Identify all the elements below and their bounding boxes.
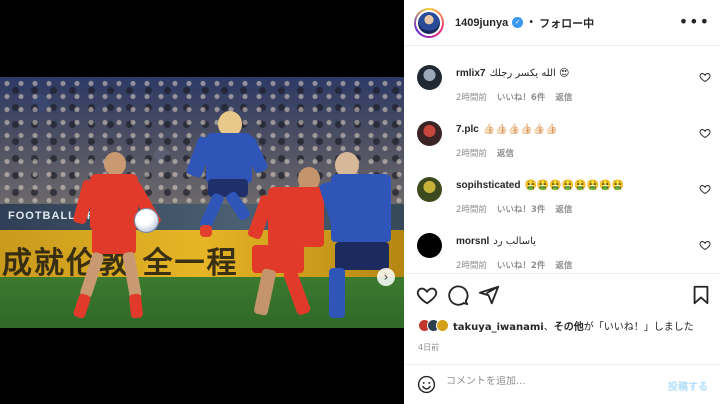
likes-summary: takuya_iwanami、その他が「いいね！」しました — [418, 318, 694, 333]
likes-suffix: が「いいね！」しました — [583, 322, 694, 333]
post-time[interactable]: 4日前 — [418, 342, 439, 353]
comment-avatar[interactable] — [417, 121, 442, 146]
comment-item: sopihsticated 🤮🤮🤮🤮🤮🤮🤮🤮 2時間前 いいね！3件 返信 — [404, 165, 720, 221]
next-slide-icon[interactable]: › — [377, 268, 395, 286]
post-photo[interactable]: FOOTBALL JFA FIFA 成就伦敦 全一程 › — [0, 77, 404, 328]
post-header: 1409junya ✓ • フォロー中 ••• — [404, 0, 720, 46]
post-comment-button[interactable]: 投稿する — [668, 378, 708, 393]
comment-item: morsnl ياسالب رد 2時間前 いいね！2件 返信 — [404, 221, 720, 273]
comment-item: rmlix7 الله يكسر رجلك 😍 2時間前 いいね！6件 返信 — [404, 53, 720, 109]
likes-others-link[interactable]: その他 — [554, 322, 584, 333]
likes-joiner: 、 — [543, 322, 554, 333]
comment-text: الله يكسر رجلك 😍 — [489, 68, 570, 79]
player-blue-right — [318, 152, 404, 328]
reply-button[interactable]: 返信 — [555, 203, 572, 215]
comment-avatar[interactable] — [417, 65, 442, 90]
author-avatar[interactable] — [414, 7, 444, 38]
comment-item: 7.plc 👍🏻👍🏻👍🏻👍🏻👍🏻👍🏻 2時間前 返信 — [404, 109, 720, 165]
first-liker-username[interactable]: takuya_iwanami — [453, 322, 544, 333]
comment-time[interactable]: 2時間前 — [456, 203, 487, 215]
comment-likes[interactable]: いいね！3件 — [497, 203, 545, 215]
comment-composer: 投稿する — [404, 364, 720, 404]
post-sidebar: 1409junya ✓ • フォロー中 ••• rmlix7 الله يكسر … — [404, 0, 720, 404]
author-username[interactable]: 1409junya — [455, 17, 508, 29]
verified-icon: ✓ — [512, 17, 524, 28]
post-media: FOOTBALL JFA FIFA 成就伦敦 全一程 › — [0, 0, 404, 404]
comment-likes[interactable]: いいね！2件 — [497, 259, 545, 271]
header-separator: • — [528, 17, 535, 28]
comment-time[interactable]: 2時間前 — [456, 147, 487, 159]
comment-text: 🤮🤮🤮🤮🤮🤮🤮🤮 — [524, 180, 625, 191]
comment-avatar[interactable] — [417, 177, 442, 202]
liker-avatar — [436, 319, 449, 332]
player-red-left — [70, 152, 163, 328]
reply-button[interactable]: 返信 — [555, 259, 572, 271]
heart-icon[interactable] — [699, 183, 711, 195]
comment-username[interactable]: morsnl — [456, 236, 489, 247]
comment-time[interactable]: 2時間前 — [456, 91, 487, 103]
heart-icon[interactable] — [699, 71, 711, 83]
smiley-icon[interactable] — [417, 375, 436, 394]
comment-username[interactable]: sopihsticated — [456, 180, 520, 191]
reply-button[interactable]: 返信 — [555, 91, 572, 103]
comment-username[interactable]: rmlix7 — [456, 68, 485, 79]
comment-input[interactable] — [446, 376, 646, 387]
follow-status-button[interactable]: フォロー中 — [539, 15, 594, 31]
comment-text: 👍🏻👍🏻👍🏻👍🏻👍🏻👍🏻 — [482, 124, 558, 135]
comment-username[interactable]: 7.plc — [456, 124, 479, 135]
heart-icon[interactable] — [699, 239, 711, 251]
bookmark-icon[interactable] — [690, 284, 712, 306]
comment-list: rmlix7 الله يكسر رجلك 😍 2時間前 いいね！6件 返信 7.… — [404, 47, 720, 273]
more-options-icon[interactable]: ••• — [679, 12, 710, 31]
comment-avatar[interactable] — [417, 233, 442, 258]
reply-button[interactable]: 返信 — [497, 147, 514, 159]
comment-text: ياسالب رد — [493, 236, 536, 247]
heart-icon[interactable] — [416, 284, 438, 306]
heart-icon[interactable] — [699, 127, 711, 139]
share-icon[interactable] — [478, 284, 500, 306]
soccer-ball — [134, 208, 159, 233]
comment-time[interactable]: 2時間前 — [456, 259, 487, 271]
comment-icon[interactable] — [447, 284, 469, 306]
comment-likes[interactable]: いいね！6件 — [497, 91, 545, 103]
